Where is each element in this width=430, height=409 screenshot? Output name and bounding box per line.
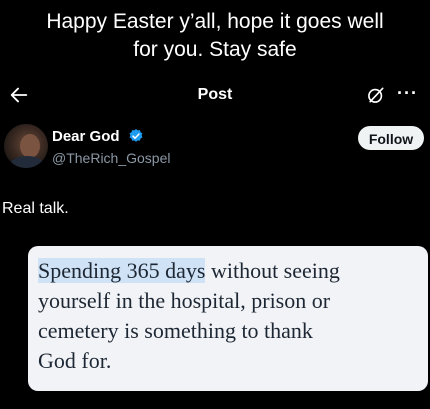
- quote-line-1-rest: without seeing: [205, 258, 340, 283]
- grok-icon[interactable]: [366, 85, 386, 105]
- quote-text: Spending 365 days without seeing yoursel…: [38, 256, 423, 376]
- post-header-bar: Post ···: [0, 78, 430, 114]
- quote-line-3: cemetery is something to thank: [38, 318, 313, 343]
- follow-button[interactable]: Follow: [358, 126, 424, 150]
- tweet-text: Real talk.: [2, 200, 69, 217]
- author-handle[interactable]: @TheRich_Gospel: [52, 150, 171, 166]
- caption: Happy Easter y’all, hope it goes well fo…: [0, 8, 430, 64]
- verified-badge-icon: [129, 129, 143, 142]
- avatar[interactable]: [4, 124, 48, 168]
- more-options-icon[interactable]: ···: [397, 83, 418, 104]
- highlighted-phrase: Spending 365 days: [38, 258, 206, 283]
- caption-line-1: Happy Easter y’all, hope it goes well: [46, 10, 384, 33]
- quote-line-4: God for.: [38, 348, 112, 373]
- author-name[interactable]: Dear God: [52, 128, 120, 145]
- quote-image[interactable]: Spending 365 days without seeing yoursel…: [28, 246, 428, 391]
- caption-line-2: for you. Stay safe: [133, 38, 297, 61]
- author-name-row[interactable]: Dear God: [52, 128, 144, 145]
- quote-line-2: yourself in the hospital, prison or: [38, 288, 331, 313]
